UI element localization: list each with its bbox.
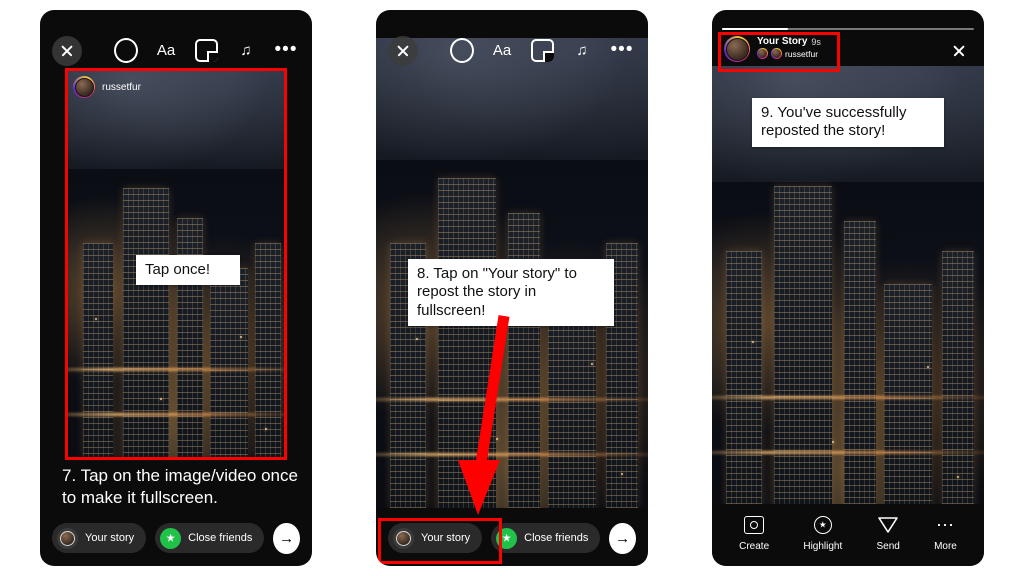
close-friends-button[interactable]: Close friends (155, 523, 265, 553)
close-icon[interactable] (948, 40, 972, 64)
light-speck (160, 398, 162, 400)
highlight-label: Highlight (803, 541, 843, 552)
tower (774, 186, 832, 514)
tower (884, 284, 932, 514)
tower (726, 251, 762, 514)
send-action[interactable]: Send (876, 514, 900, 552)
callout-step-9: 9. You've successfully reposted the stor… (752, 98, 944, 147)
more-tool-icon[interactable]: ••• (610, 38, 634, 62)
reposted-from-username: russetfur (785, 48, 819, 59)
road-lights (712, 396, 984, 399)
tower (438, 178, 496, 508)
text-tool-icon[interactable]: Aa (154, 38, 178, 62)
close-friends-star-icon (160, 527, 182, 549)
close-icon[interactable] (52, 36, 82, 66)
close-friends-label: Close friends (524, 532, 589, 544)
more-label: More (934, 541, 957, 552)
close-friends-star-icon (496, 527, 518, 549)
avatar (73, 76, 95, 98)
sticker-tool-icon[interactable] (194, 38, 218, 62)
story-owner-label: Your Story (757, 36, 808, 47)
more-action[interactable]: ⋯ More (934, 514, 957, 553)
light-speck (416, 338, 418, 340)
send-icon (877, 514, 899, 536)
tower (123, 188, 169, 458)
music-tool-icon[interactable]: ♫ (234, 38, 258, 62)
story-progress-bar (722, 28, 974, 30)
create-action[interactable]: Create (739, 514, 769, 552)
light-speck (95, 318, 97, 320)
reposted-avatar-icon (771, 48, 782, 59)
your-story-label: Your story (85, 532, 135, 544)
tower (942, 251, 974, 514)
story-timestamp: 9s (811, 36, 821, 47)
circle-tool-icon[interactable] (114, 37, 138, 63)
tower (255, 243, 281, 458)
panel2-tool-row: Aa ♫ ••• (450, 37, 634, 63)
your-story-avatar-icon (393, 527, 414, 549)
panel1-bottom-bar: Your story Close friends → (40, 510, 312, 566)
panel1-topbar: Aa ♫ ••• (40, 10, 312, 72)
road-lights (376, 398, 648, 401)
music-tool-icon[interactable]: ♫ (570, 38, 594, 62)
road-lights (65, 368, 287, 371)
send-button[interactable]: → (273, 522, 300, 554)
light-speck (496, 438, 498, 440)
tower (210, 268, 248, 458)
light-speck (591, 363, 593, 365)
road-lights (712, 451, 984, 454)
light-speck (265, 428, 267, 430)
panel2-topbar: Aa ♫ ••• (376, 10, 648, 72)
sticker-tool-icon[interactable] (530, 38, 554, 62)
phone-panel-3: Your Story 9s russetfur 9. You've succes… (712, 10, 984, 566)
close-friends-label: Close friends (188, 532, 253, 544)
more-tool-icon[interactable]: ••• (274, 38, 298, 62)
light-speck (240, 336, 242, 338)
tower (83, 243, 113, 458)
text-tool-icon[interactable]: Aa (490, 38, 514, 62)
road-lights (65, 413, 287, 416)
panel3-bottom-bar: Create Highlight Send ⋯ More (712, 504, 984, 566)
phone-panel-1: Aa ♫ ••• russetfur Tap once! 7. Tap on t… (40, 10, 312, 566)
your-story-button[interactable]: Your story (52, 523, 147, 553)
tower (177, 218, 203, 458)
close-icon[interactable] (388, 36, 418, 66)
send-label: Send (876, 541, 900, 552)
panel1-tool-row: Aa ♫ ••• (114, 37, 298, 63)
header-text-column: Your Story 9s russetfur (757, 36, 821, 59)
tower (844, 221, 876, 514)
screenshot-stage: Aa ♫ ••• russetfur Tap once! 7. Tap on t… (0, 0, 1024, 576)
circle-tool-icon[interactable] (450, 37, 474, 63)
panel2-bottom-bar: Your story Close friends → (376, 510, 648, 566)
more-icon: ⋯ (935, 514, 955, 535)
your-story-label: Your story (421, 532, 471, 544)
light-speck (621, 473, 623, 475)
your-story-button[interactable]: Your story (388, 523, 483, 553)
avatar (724, 36, 750, 62)
reposted-avatar-icon (757, 48, 768, 59)
callout-tap-once: Tap once! (136, 255, 240, 286)
panel1-caption: 7. Tap on the image/video once to make i… (62, 466, 298, 507)
create-icon (743, 514, 765, 536)
highlight-icon (812, 514, 834, 536)
light-speck (752, 341, 754, 343)
reposted-from-row: russetfur (757, 48, 821, 59)
light-speck (927, 366, 929, 368)
story-author: russetfur (73, 76, 141, 98)
phone-panel-2: Aa ♫ ••• 8. Tap on "Your story" to repos… (376, 10, 648, 566)
road-lights (376, 453, 648, 456)
create-label: Create (739, 541, 770, 552)
light-speck (832, 441, 834, 443)
callout-step-8: 8. Tap on "Your story" to repost the sto… (408, 259, 614, 326)
light-speck (957, 476, 959, 478)
panel3-story-header[interactable]: Your Story 9s russetfur (724, 36, 821, 62)
tower (508, 213, 540, 508)
header-title-row: Your Story 9s (757, 36, 821, 47)
close-friends-button[interactable]: Close friends (491, 523, 601, 553)
your-story-avatar-icon (57, 527, 78, 549)
send-button[interactable]: → (609, 522, 636, 554)
story-username: russetfur (102, 81, 141, 93)
highlight-action[interactable]: Highlight (803, 514, 842, 552)
